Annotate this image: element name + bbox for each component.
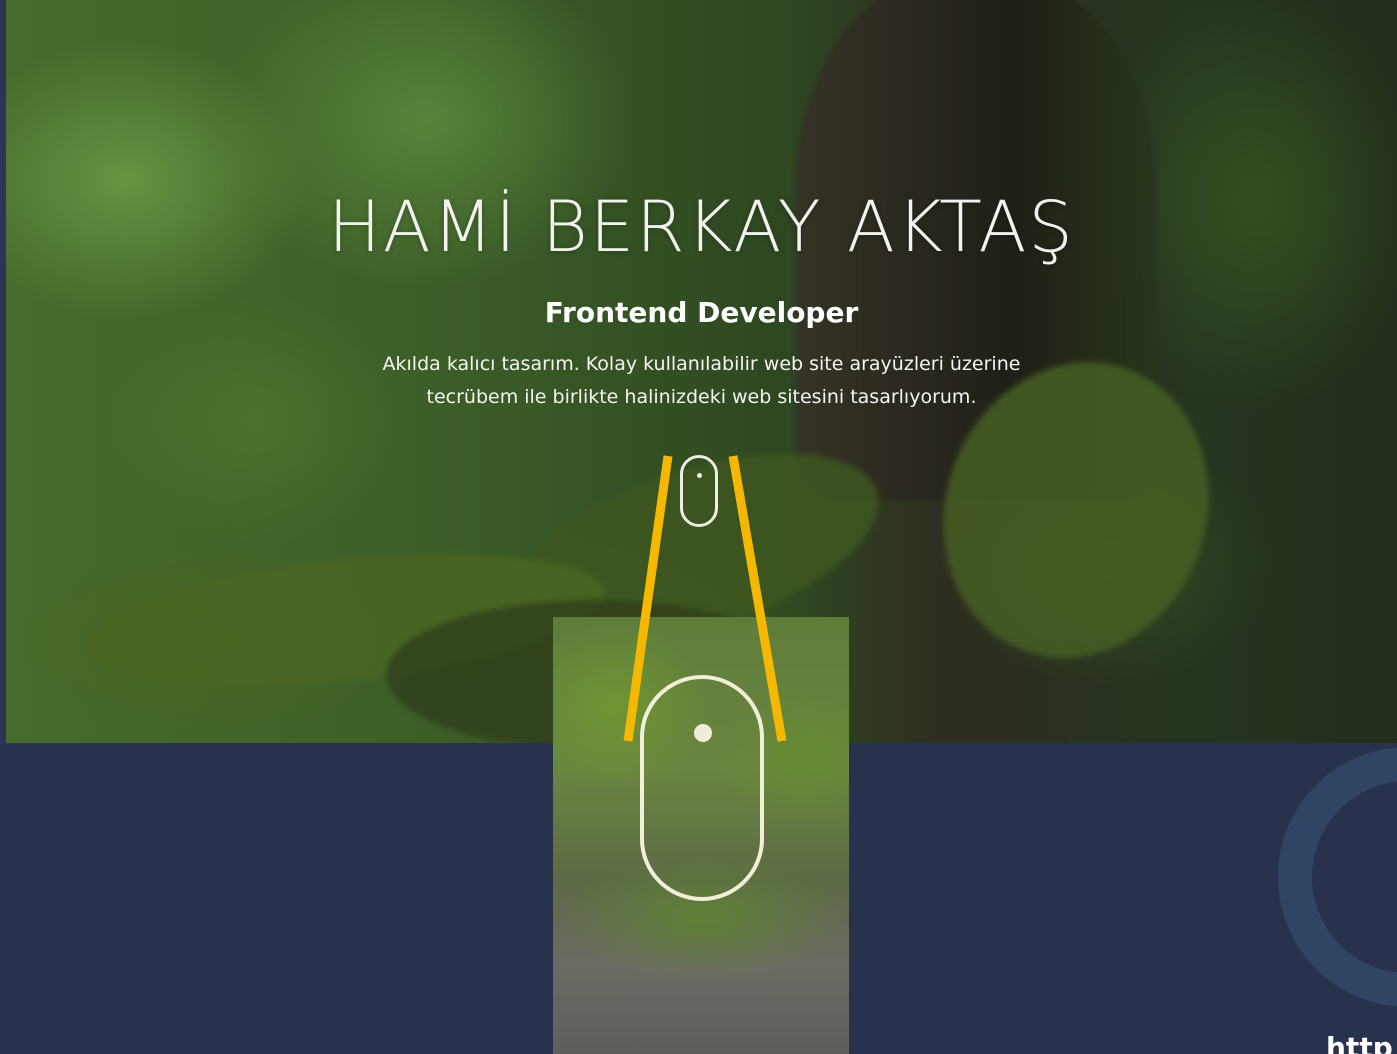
zoom-callout-panel (553, 617, 849, 1054)
mouse-scroll-icon[interactable] (680, 455, 718, 527)
hero-title: HAMİ BERKAY AKTAŞ (328, 186, 1075, 268)
hero-description-line-2: tecrübem ile birlikte halinizdeki web si… (426, 386, 977, 408)
corner-text: http (1326, 1031, 1393, 1054)
hero-description-line-1: Akılda kalıcı tasarım. Kolay kullanılabi… (382, 353, 1021, 375)
decorative-ring (1278, 747, 1397, 1007)
hero-subtitle: Frontend Developer (544, 296, 859, 329)
mouse-scroll-icon-enlarged (640, 675, 764, 901)
scroll-wheel-dot (697, 473, 702, 478)
scroll-wheel-dot-enlarged (694, 724, 712, 742)
hero-description: Akılda kalıcı tasarım. Kolay kullanılabi… (346, 348, 1057, 414)
page: HAMİ BERKAY AKTAŞ Frontend Developer Akı… (0, 0, 1397, 1054)
